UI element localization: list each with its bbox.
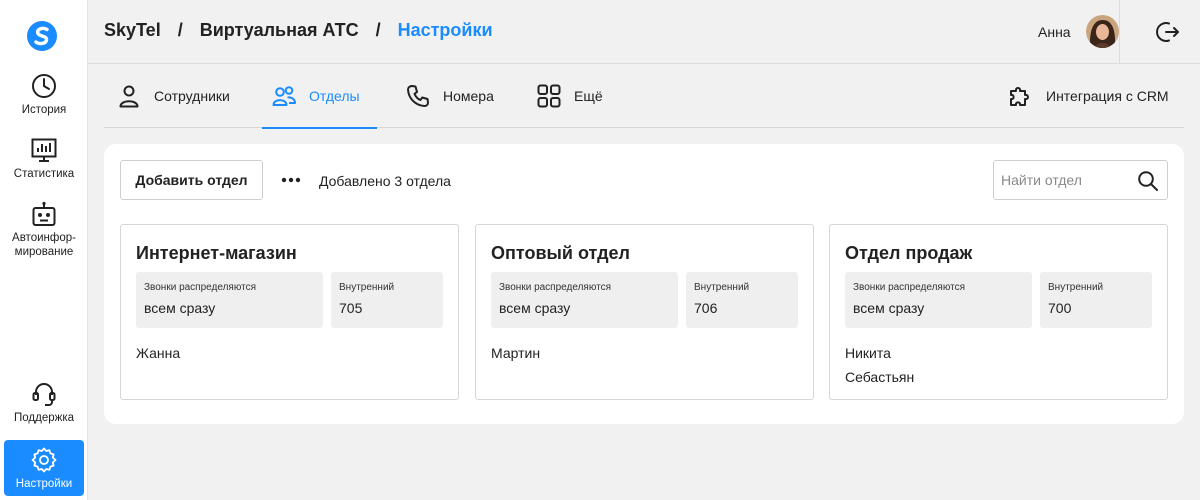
sidebar-item-label: Поддержка: [14, 412, 74, 424]
field-label: Внутренний: [694, 282, 750, 293]
search-icon[interactable]: [1137, 170, 1159, 192]
field-label: Звонки распределяются: [499, 282, 611, 293]
distribution-field: Звонки распределяются всем сразу: [491, 272, 678, 328]
extension-field: Внутренний 705: [331, 272, 443, 328]
field-value: 705: [339, 300, 363, 316]
tab-label: Отделы: [309, 88, 360, 104]
breadcrumb: SkyTel / Виртуальная АТС / Настройки: [104, 20, 493, 41]
users-icon: [272, 86, 296, 106]
field-value: всем сразу: [499, 300, 571, 316]
tab-numbers[interactable]: Номера: [405, 64, 494, 128]
member-name: Никита: [845, 345, 891, 361]
logout-icon[interactable]: [1156, 20, 1180, 44]
header: SkyTel / Виртуальная АТС / Настройки Анна: [88, 0, 1200, 64]
department-card[interactable]: Отдел продаж Звонки распределяются всем …: [829, 224, 1168, 400]
department-title: Интернет-магазин: [136, 243, 297, 263]
breadcrumb-separator: /: [375, 20, 381, 40]
department-title: Оптовый отдел: [491, 243, 630, 263]
header-divider: [1119, 0, 1120, 64]
search-input[interactable]: [994, 161, 1134, 199]
field-label: Звонки распределяются: [144, 282, 256, 293]
tab-label: Ещё: [574, 88, 603, 104]
sidebar-item-settings[interactable]: Настройки: [4, 440, 84, 496]
sidebar-item-label: Статистика: [13, 168, 75, 180]
avatar[interactable]: [1086, 15, 1119, 48]
field-value: 706: [694, 300, 718, 316]
member-name: Жанна: [136, 345, 181, 361]
tab-crm-integration[interactable]: Интеграция с CRM: [1008, 64, 1169, 128]
sidebar-item-statistics[interactable]: Статистика: [4, 136, 84, 188]
skytel-logo-icon[interactable]: [26, 20, 58, 52]
field-value: всем сразу: [853, 300, 925, 316]
department-title: Отдел продаж: [845, 243, 973, 263]
clock-icon: [32, 74, 56, 98]
breadcrumb-item[interactable]: Виртуальная АТС: [200, 20, 359, 40]
breadcrumb-item[interactable]: SkyTel: [104, 20, 161, 40]
tab-label: Номера: [443, 88, 494, 104]
tab-label: Интеграция с CRM: [1046, 88, 1169, 104]
extension-field: Внутренний 706: [686, 272, 798, 328]
tab-label: Сотрудники: [154, 88, 230, 104]
field-label: Внутренний: [339, 282, 395, 293]
breadcrumb-separator: /: [177, 20, 183, 40]
add-department-button[interactable]: Добавить отдел: [120, 160, 263, 200]
extension-field: Внутренний 700: [1040, 272, 1152, 328]
sidebar-item-label: История: [21, 104, 67, 116]
chart-icon: [31, 138, 57, 162]
phone-icon: [407, 85, 429, 107]
departments-panel: Добавить отдел Добавлено 3 отдела Интерн…: [104, 144, 1184, 424]
sidebar-item-label: Настройки: [15, 478, 73, 490]
more-options-icon[interactable]: [280, 170, 302, 190]
field-value: всем сразу: [144, 300, 216, 316]
department-card[interactable]: Интернет-магазин Звонки распределяются в…: [120, 224, 459, 400]
tab-more[interactable]: Ещё: [536, 64, 603, 128]
tab-departments[interactable]: Отделы: [262, 64, 377, 129]
sidebar: История Статистика Автоинфор-мирование П…: [0, 0, 88, 500]
user-name[interactable]: Анна: [1038, 24, 1071, 40]
puzzle-icon: [1010, 87, 1029, 106]
field-label: Звонки распределяются: [853, 282, 965, 293]
member-name: Мартин: [491, 345, 541, 361]
sidebar-item-autoinform[interactable]: Автоинфор-мирование: [4, 200, 84, 264]
grid-icon: [537, 84, 561, 108]
search-box[interactable]: [993, 160, 1168, 200]
field-value: 700: [1048, 300, 1072, 316]
members-list: Никита Себастьян: [845, 341, 914, 389]
user-icon: [119, 85, 139, 108]
tab-bar: Сотрудники Отделы Номера Ещё Интеграция …: [104, 64, 1184, 129]
robot-icon: [32, 201, 56, 226]
headset-icon: [32, 383, 56, 406]
sidebar-item-support[interactable]: Поддержка: [4, 380, 84, 432]
members-list: Жанна: [136, 341, 180, 365]
tab-employees[interactable]: Сотрудники: [116, 64, 230, 128]
members-list: Мартин: [491, 341, 540, 365]
department-card[interactable]: Оптовый отдел Звонки распределяются всем…: [475, 224, 814, 400]
distribution-field: Звонки распределяются всем сразу: [136, 272, 323, 328]
departments-count-text: Добавлено 3 отдела: [319, 173, 451, 189]
gear-icon: [31, 447, 57, 473]
member-name: Себастьян: [845, 369, 915, 385]
distribution-field: Звонки распределяются всем сразу: [845, 272, 1032, 328]
field-label: Внутренний: [1048, 282, 1104, 293]
sidebar-item-label: Автоинфор-мирование: [12, 232, 76, 258]
breadcrumb-current: Настройки: [397, 20, 493, 40]
sidebar-item-history[interactable]: История: [4, 72, 84, 124]
